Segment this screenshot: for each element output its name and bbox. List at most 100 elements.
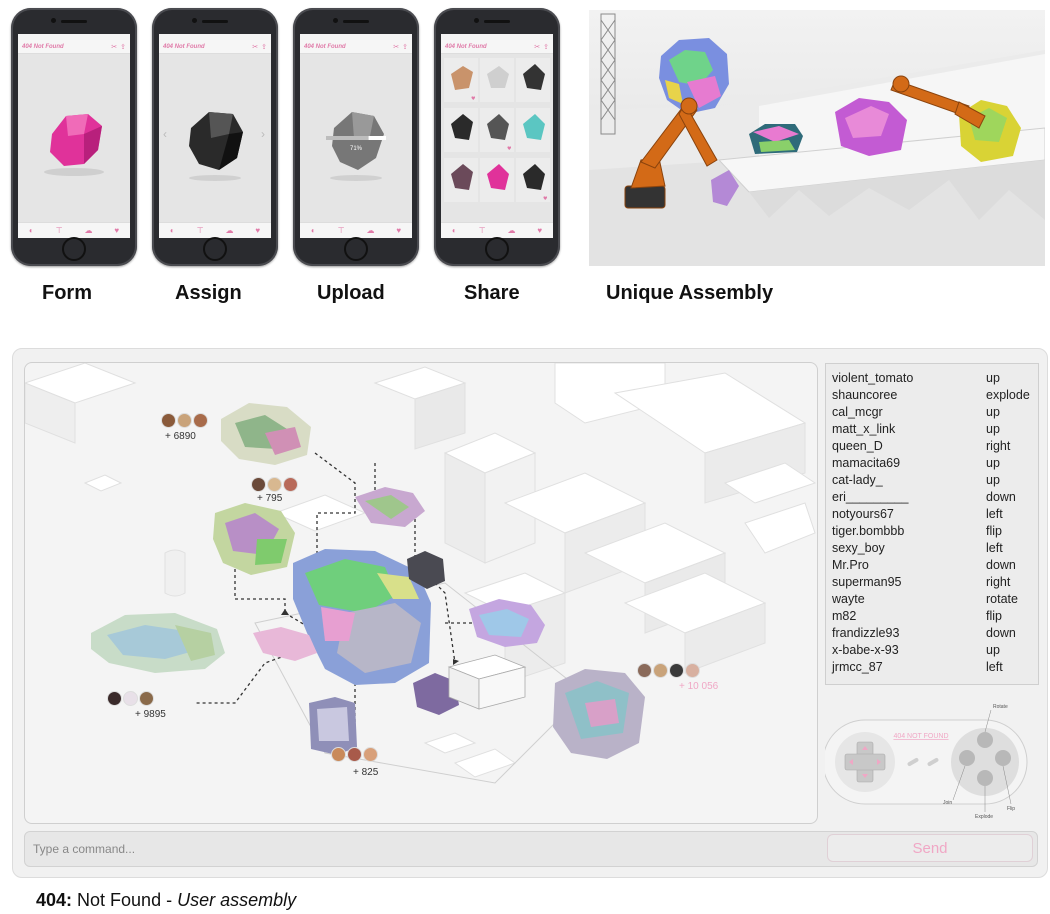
scissors-icon[interactable]: ✂ [252, 43, 258, 51]
scissors-icon[interactable]: ✂ [111, 43, 117, 51]
log-entry: jrmcc_87 left [826, 659, 1038, 676]
shape-tab-icon[interactable]: ◐ [170, 226, 175, 235]
log-entry: eri_________ down [826, 489, 1038, 506]
phone-screen: 404 Not Found ✂ ⇪ 71% ◐ ⊤ ☁ ♥ [300, 34, 412, 238]
heritage-building [447, 654, 527, 710]
log-command: down [986, 490, 1016, 504]
send-button[interactable]: Send [827, 834, 1033, 862]
scissors-icon[interactable]: ✂ [534, 43, 540, 51]
avatar-cluster-2[interactable] [251, 477, 299, 492]
log-entry: queen_D right [826, 438, 1038, 455]
log-entry: sexy_boy left [826, 540, 1038, 557]
game-controller: 404 NOT FOUND Rotate Join Explode Flip [822, 692, 1037, 822]
upload-progress-fill [326, 136, 369, 140]
log-command: up [986, 422, 1000, 436]
log-entry: notyours67 left [826, 506, 1038, 523]
shape-tab-icon[interactable]: ◐ [311, 226, 316, 235]
command-bar: Send [24, 831, 1038, 867]
cloud-tab-icon[interactable]: ☁ [225, 226, 233, 235]
heart-tab-icon[interactable]: ♥ [537, 226, 542, 235]
rock-viewport[interactable] [18, 54, 130, 224]
shape-tab-icon[interactable]: ◐ [29, 226, 34, 235]
cloud-tab-icon[interactable]: ☁ [507, 226, 515, 235]
contributor-count: + 6890 [165, 431, 196, 442]
caption-share: Share [464, 282, 520, 304]
cloud-tab-icon[interactable]: ☁ [366, 226, 374, 235]
log-user: m82 [832, 609, 857, 623]
heart-icon: ♥ [507, 146, 512, 152]
flip-button [995, 750, 1011, 766]
log-user: superman95 [832, 575, 902, 589]
avatar-cluster-5[interactable] [637, 663, 701, 678]
caption-unique-assembly: Unique Assembly [606, 282, 774, 304]
scissors-icon[interactable]: ✂ [393, 43, 399, 51]
app-title: 404 Not Found [304, 43, 346, 50]
home-button [485, 237, 509, 261]
assembly-left [213, 503, 295, 575]
avatar-cluster-1[interactable] [161, 413, 209, 428]
heart-tab-icon[interactable]: ♥ [255, 226, 260, 235]
rotate-label: Rotate [993, 704, 1008, 710]
brush-tab-icon[interactable]: ⊤ [56, 226, 63, 235]
caption-code: 404: [36, 890, 73, 910]
gallery-thumbnails[interactable]: ♥ ♥ ♥ [441, 54, 553, 224]
share-icon[interactable]: ⇪ [543, 43, 549, 51]
caption-assign: Assign [175, 282, 242, 304]
log-entry: wayte rotate [826, 591, 1038, 608]
log-entry: shauncoree explode [826, 387, 1038, 404]
heart-icon: ♥ [471, 96, 476, 102]
command-input[interactable] [27, 834, 825, 864]
brush-tab-icon[interactable]: ⊤ [479, 226, 486, 235]
cloud-tab-icon[interactable]: ☁ [84, 226, 92, 235]
shape-tab-icon[interactable]: ◐ [452, 226, 457, 235]
caption-title: Not Found - [72, 890, 178, 910]
caption-subtitle: User assembly [177, 890, 297, 910]
phone-screen: 404 Not Found ✂ ⇪ ‹ › ◐ ⊤ ☁ ♥ [159, 34, 271, 238]
log-command: up [986, 371, 1000, 385]
log-user: tiger.bombbb [832, 524, 905, 538]
app-title: 404 Not Found [22, 43, 64, 50]
assembly-render [589, 13, 1045, 266]
log-command: down [986, 558, 1016, 572]
speaker-slot [61, 20, 87, 23]
city-map-viewport[interactable]: + 6890 + 795 + 9895 + 825 + 10 056 [24, 362, 818, 824]
contributor-count: + 825 [353, 767, 379, 778]
join-button [959, 750, 975, 766]
avatar [267, 477, 282, 492]
avatar-cluster-4[interactable] [331, 747, 379, 762]
share-icon[interactable]: ⇪ [402, 43, 408, 51]
log-entry: mamacita69 up [826, 455, 1038, 472]
avatar-cluster-3[interactable] [107, 691, 155, 706]
log-user: notyours67 [832, 507, 894, 521]
brush-tab-icon[interactable]: ⊤ [338, 226, 345, 235]
heart-tab-icon[interactable]: ♥ [114, 226, 119, 235]
log-entry: Mr.Pro down [826, 557, 1038, 574]
speaker-slot [484, 20, 510, 23]
log-user: jrmcc_87 [832, 660, 883, 674]
avatar [363, 747, 378, 762]
figure-caption: 404: Not Found - User assembly [36, 890, 296, 911]
log-user: violent_tomato [832, 371, 914, 385]
share-icon[interactable]: ⇪ [120, 43, 126, 51]
assembly-right [553, 669, 645, 759]
rock-viewport[interactable]: ‹ › [159, 54, 271, 224]
heart-tab-icon[interactable]: ♥ [396, 226, 401, 235]
tab-bar: ◐ ⊤ ☁ ♥ [159, 222, 271, 238]
home-button [62, 237, 86, 261]
log-command: flip [986, 609, 1002, 623]
explode-button [977, 770, 993, 786]
home-button [344, 237, 368, 261]
camera-dot [192, 18, 197, 23]
avatar [637, 663, 652, 678]
brush-tab-icon[interactable]: ⊤ [197, 226, 204, 235]
chevron-right-icon: › [261, 127, 265, 141]
app-bar: 404 Not Found ✂ ⇪ [159, 40, 271, 54]
log-entry: tiger.bombbb flip [826, 523, 1038, 540]
avatar [193, 413, 208, 428]
contributor-count: + 795 [257, 493, 283, 504]
thumb-row-3 [444, 158, 550, 202]
caption-upload: Upload [317, 282, 385, 304]
log-command: right [986, 439, 1011, 453]
share-icon[interactable]: ⇪ [261, 43, 267, 51]
camera-dot [474, 18, 479, 23]
